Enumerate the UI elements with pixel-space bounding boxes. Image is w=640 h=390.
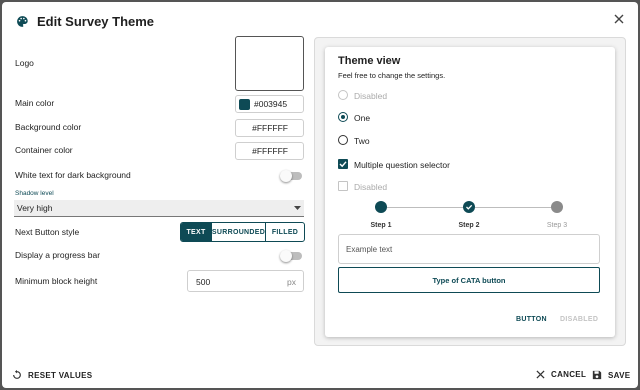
check-icon [466, 204, 473, 210]
min-block-height-unit: px [287, 277, 296, 287]
container-color-field[interactable]: #FFFFFF [235, 142, 304, 160]
save-icon [592, 370, 602, 380]
container-color-value: #FFFFFF [252, 146, 288, 156]
cancel-button[interactable]: CANCEL [536, 370, 586, 379]
next-button-style-toggle: TEXT SURROUNDED FILLED [180, 222, 305, 242]
main-color-swatch [239, 98, 250, 110]
background-color-value: #FFFFFF [252, 123, 288, 133]
example-text-input[interactable]: Example text [338, 234, 600, 264]
checkbox-multiple[interactable] [338, 159, 348, 169]
step-2-label: Step 2 [458, 222, 480, 229]
shadow-level-value: Very high [17, 203, 53, 213]
background-color-field[interactable]: #FFFFFF [235, 119, 304, 137]
logo-label: Logo [15, 58, 34, 68]
dropdown-arrow-icon [294, 206, 301, 210]
checkbox-multiple-label: Multiple question selector [354, 160, 450, 170]
style-option-filled[interactable]: FILLED [265, 223, 304, 241]
toggle-knob [280, 250, 292, 262]
preview-subtitle: Feel free to change the settings. [338, 71, 446, 80]
preview-disabled-button: DISABLED [560, 316, 599, 323]
container-color-label: Container color [15, 145, 73, 155]
step-1-indicator[interactable] [375, 201, 387, 213]
check-icon [339, 161, 347, 168]
stepper-line-2 [475, 207, 556, 208]
radio-one-label: One [354, 113, 371, 123]
checkbox-disabled-label: Disabled [354, 182, 388, 192]
radio-one[interactable] [338, 112, 348, 122]
reset-values-button[interactable]: RESET VALUES [12, 370, 92, 380]
checkbox-disabled [338, 181, 348, 191]
dialog-title: Edit Survey Theme [37, 13, 155, 29]
step-3-indicator[interactable] [551, 201, 563, 213]
min-block-height-label: Minimum block height [15, 276, 98, 286]
radio-two[interactable] [338, 135, 348, 145]
step-2-indicator[interactable] [463, 201, 475, 213]
progress-bar-toggle[interactable] [280, 250, 302, 262]
step-3-label: Step 3 [546, 222, 568, 229]
reset-values-label: RESET VALUES [28, 370, 93, 380]
style-option-surrounded[interactable]: SURROUNDED [211, 223, 265, 241]
cata-button[interactable]: Type of CATA button [338, 267, 600, 293]
stepper-line-1 [387, 207, 468, 208]
radio-disabled [338, 90, 348, 100]
white-text-toggle[interactable] [280, 170, 302, 182]
style-option-text[interactable]: TEXT [181, 223, 211, 241]
next-button-style-label: Next Button style [15, 227, 80, 237]
logo-upload[interactable] [235, 36, 304, 91]
main-color-label: Main color [15, 98, 55, 108]
white-text-label: White text for dark background [15, 170, 131, 180]
shadow-level-label: Shadow level [15, 190, 54, 197]
cancel-label: CANCEL [551, 370, 587, 379]
toggle-knob [280, 170, 292, 182]
min-block-height-value: 500 [196, 277, 211, 287]
reset-icon [13, 370, 21, 379]
background-color-label: Background color [15, 122, 82, 132]
palette-icon [17, 15, 28, 27]
example-text-placeholder: Example text [346, 245, 393, 254]
main-color-value: #003945 [254, 99, 288, 109]
main-color-field[interactable]: #003945 [235, 95, 304, 113]
save-label: SAVE [608, 370, 631, 380]
preview-button[interactable]: BUTTON [516, 316, 547, 323]
progress-bar-label: Display a progress bar [15, 250, 101, 260]
save-button[interactable]: SAVE [592, 370, 630, 380]
preview-title: Theme view [338, 55, 401, 67]
cata-button-label: Type of CATA button [432, 275, 506, 285]
shadow-level-select[interactable]: Very high [14, 200, 304, 217]
radio-dot [341, 115, 345, 119]
radio-two-label: Two [354, 136, 370, 146]
radio-disabled-label: Disabled [354, 91, 388, 101]
close-icon [536, 370, 545, 379]
min-block-height-input[interactable]: 500 px [187, 270, 304, 292]
close-icon[interactable] [612, 12, 626, 26]
dialog-header: Edit Survey Theme [16, 13, 154, 29]
step-1-label: Step 1 [370, 222, 392, 229]
theme-preview-card: Theme view Feel free to change the setti… [325, 47, 615, 337]
